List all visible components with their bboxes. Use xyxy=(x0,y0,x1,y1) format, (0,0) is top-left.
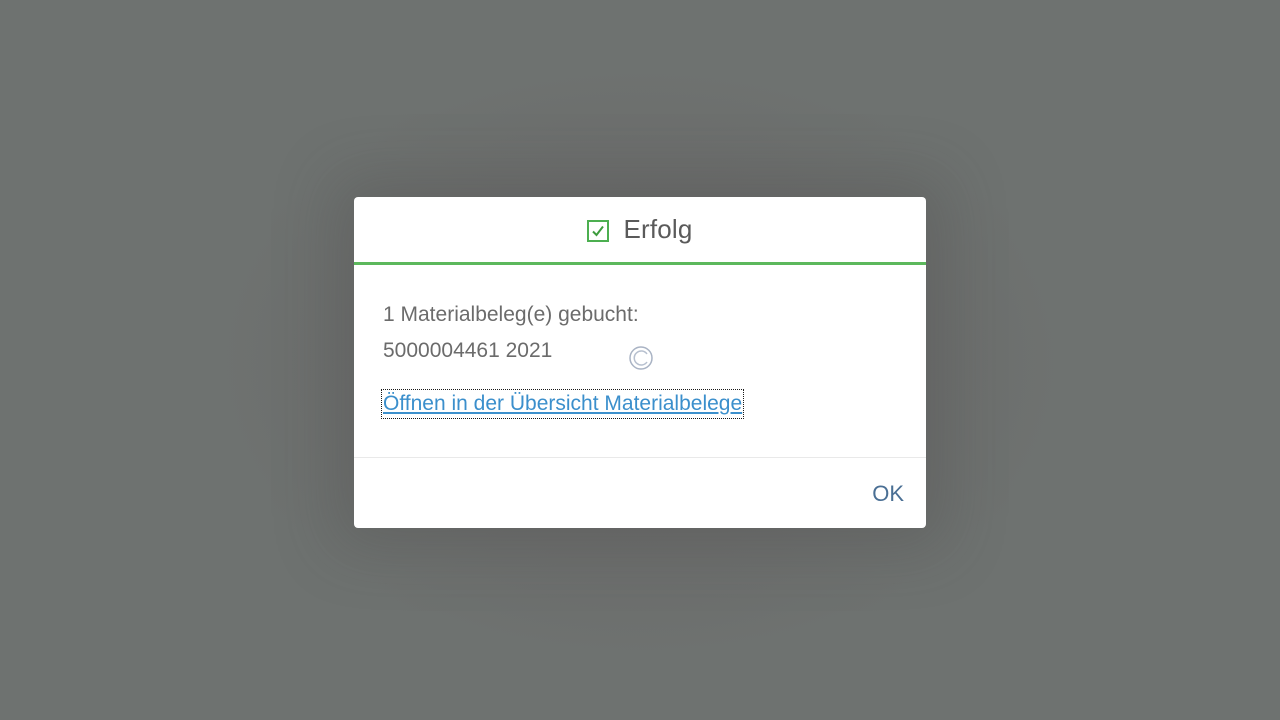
ok-button[interactable]: OK xyxy=(870,477,906,511)
dialog-content: 1 Materialbeleg(e) gebucht: 5000004461 2… xyxy=(380,297,903,419)
dialog-title: Erfolg xyxy=(623,214,693,244)
loading-indicator-icon xyxy=(628,345,654,371)
message-line-1: 1 Materialbeleg(e) gebucht: xyxy=(383,303,639,326)
success-checkbox-icon xyxy=(587,219,610,242)
dialog-header: Erfolg xyxy=(354,197,926,265)
dialog-footer: OK xyxy=(354,457,926,528)
open-material-documents-link[interactable]: Öffnen in der Übersicht Materialbelege xyxy=(380,389,745,419)
success-dialog: Erfolg 1 Materialbeleg(e) gebucht: 50000… xyxy=(354,197,926,528)
